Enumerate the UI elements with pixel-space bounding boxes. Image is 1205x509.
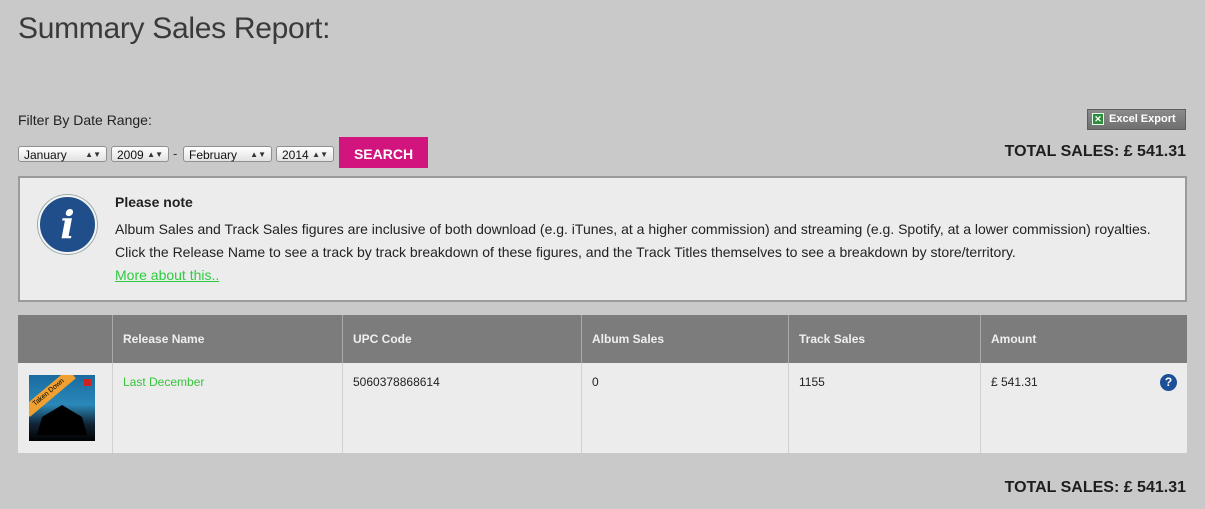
info-icon: i <box>38 195 97 254</box>
to-month-select[interactable]: February ▲▼ <box>183 146 272 162</box>
from-month-select[interactable]: January ▲▼ <box>18 146 107 162</box>
total-sales-top: TOTAL SALES: £ 541.31 <box>1004 143 1186 160</box>
excel-icon: ✕ <box>1092 113 1104 125</box>
header-amount: Amount <box>980 315 1187 363</box>
album-sales-cell: 0 <box>581 363 789 453</box>
dropdown-arrow-icon: ▲▼ <box>250 150 266 159</box>
dropdown-arrow-icon: ▲▼ <box>147 150 163 159</box>
track-sales-cell: 1155 <box>788 363 981 453</box>
release-name-cell: Last December <box>112 363 343 453</box>
more-about-link[interactable]: More about this.. <box>115 267 219 283</box>
excel-export-button[interactable]: ✕ Excel Export <box>1087 109 1186 130</box>
header-cover <box>18 315 113 363</box>
sales-table: Release Name UPC Code Album Sales Track … <box>18 315 1187 453</box>
total-sales-bottom: TOTAL SALES: £ 541.31 <box>1004 479 1186 496</box>
cover-tag <box>84 379 91 386</box>
header-track-sales: Track Sales <box>788 315 981 363</box>
note-line-1: Album Sales and Track Sales figures are … <box>115 221 1151 237</box>
from-year-select[interactable]: 2009 ▲▼ <box>111 146 169 162</box>
note-title: Please note <box>115 194 193 210</box>
header-release-name: Release Name <box>112 315 343 363</box>
table-row: Taken Down Last December 5060378868614 0… <box>18 363 1187 453</box>
to-year-value: 2014 <box>282 148 309 162</box>
cover-silhouette <box>37 405 87 435</box>
release-name-link[interactable]: Last December <box>123 375 204 389</box>
excel-export-label: Excel Export <box>1109 113 1176 125</box>
amount-value: £ 541.31 <box>991 375 1038 389</box>
header-upc-code: UPC Code <box>342 315 582 363</box>
date-separator: - <box>173 146 178 161</box>
filter-label: Filter By Date Range: <box>18 112 152 128</box>
page-title: Summary Sales Report: <box>18 12 331 45</box>
release-cover-image[interactable]: Taken Down <box>29 375 95 441</box>
dropdown-arrow-icon: ▲▼ <box>85 150 101 159</box>
to-month-value: February <box>189 148 238 162</box>
upc-cell: 5060378868614 <box>342 363 582 453</box>
to-year-select[interactable]: 2014 ▲▼ <box>276 146 334 162</box>
note-line-2: Click the Release Name to see a track by… <box>115 244 1016 260</box>
table-header-row: Release Name UPC Code Album Sales Track … <box>18 315 1187 363</box>
search-button[interactable]: SEARCH <box>339 137 428 168</box>
amount-cell: £ 541.31 ? <box>980 363 1187 453</box>
from-year-value: 2009 <box>117 148 144 162</box>
cover-cell: Taken Down <box>18 363 113 453</box>
dropdown-arrow-icon: ▲▼ <box>312 150 328 159</box>
note-box: i Please note Album Sales and Track Sale… <box>18 176 1187 302</box>
help-icon[interactable]: ? <box>1160 374 1177 391</box>
from-month-value: January <box>24 148 67 162</box>
header-album-sales: Album Sales <box>581 315 789 363</box>
